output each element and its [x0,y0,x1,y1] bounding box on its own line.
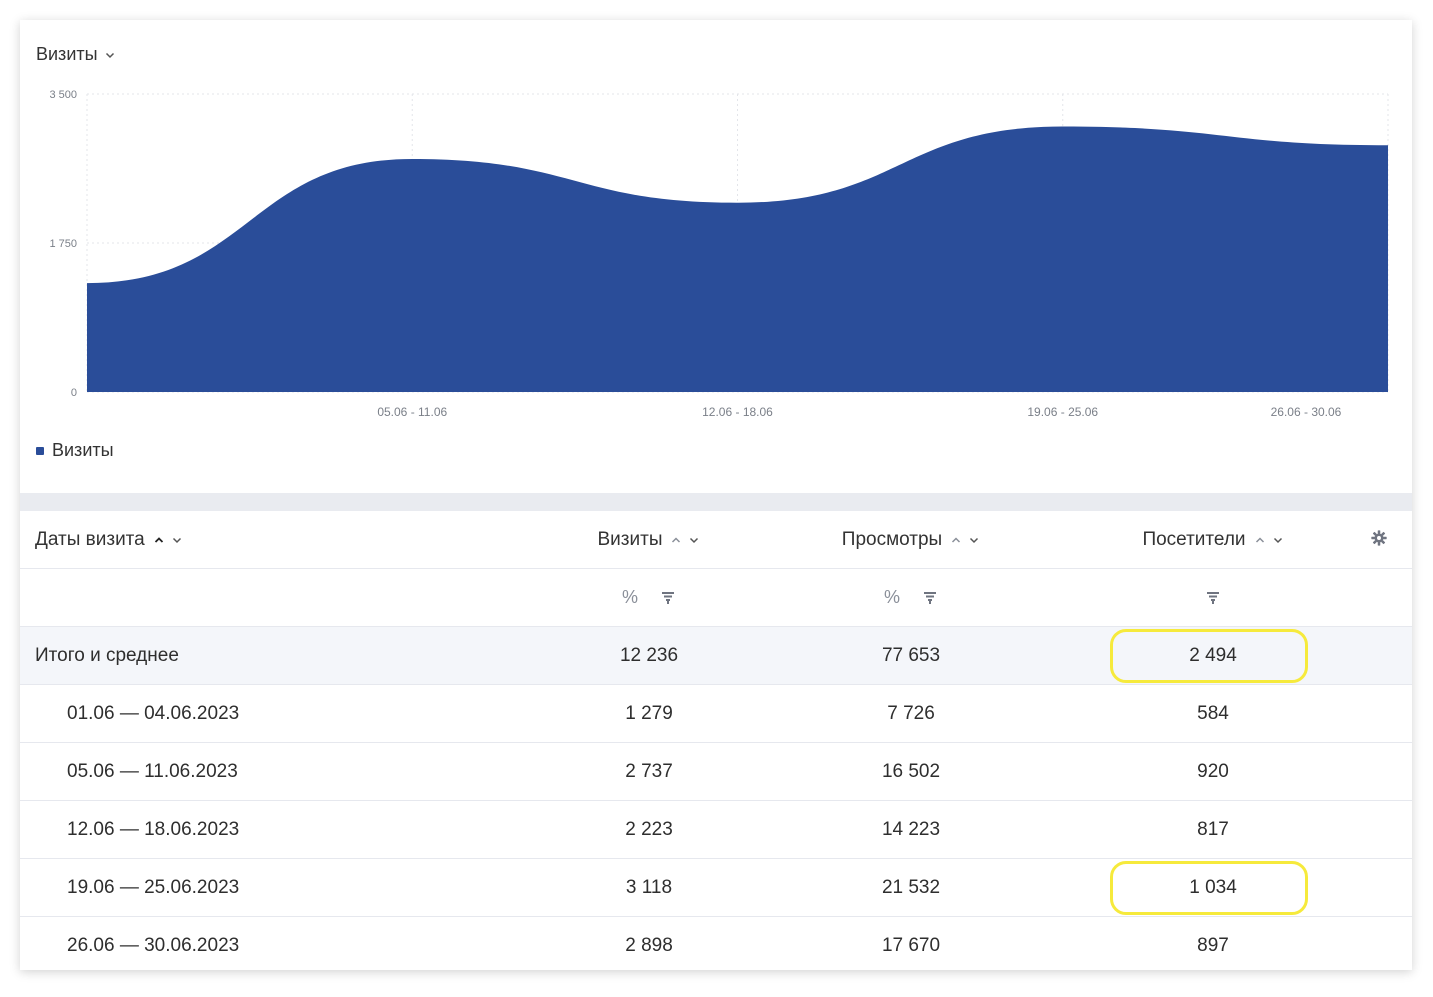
column-header-label: Просмотры [841,528,943,550]
filter-icon[interactable] [1205,590,1221,606]
row-views: 14 223 [881,818,941,840]
row-views: 21 532 [881,876,941,898]
row-visitors: 1 034 [1189,876,1237,898]
views-tools: % [811,569,1011,626]
row-date: 01.06 — 04.06.2023 [67,702,240,724]
percent-toggle[interactable]: % [884,587,900,608]
column-header-views[interactable]: Просмотры [811,511,1011,568]
x-tick-label: 19.06 - 25.06 [1027,405,1098,419]
filter-icon[interactable] [922,590,938,606]
percent-toggle[interactable]: % [622,587,638,608]
total-views: 77 653 [881,644,941,666]
chevron-down-icon [105,52,114,58]
y-tick-label: 0 [71,387,77,399]
row-visitors: 897 [1197,935,1229,956]
row-visits: 2 737 [625,760,673,782]
row-visits: 3 118 [625,876,673,898]
table-row[interactable]: 19.06 — 25.06.2023 3 118 21 532 1 034 [20,859,1412,917]
chevron-down-icon[interactable] [688,534,700,546]
x-tick-label: 05.06 - 11.06 [377,405,447,419]
sort-ascending-icon[interactable] [950,534,962,546]
legend-swatch [36,446,44,455]
x-tick-label: 26.06 - 30.06 [1271,405,1342,419]
row-date: 05.06 — 11.06.2023 [67,760,238,782]
metric-selector[interactable]: Визиты [36,44,116,65]
row-visitors: 920 [1197,760,1229,782]
chevron-down-icon[interactable] [968,534,980,546]
filter-icon[interactable] [660,590,676,606]
column-header-label: Даты визита [35,528,145,550]
table-row[interactable]: 01.06 — 04.06.2023 1 279 7 726 584 [20,685,1412,743]
row-date: 19.06 — 25.06.2023 [67,876,240,898]
legend-label: Визиты [52,440,114,460]
y-tick-label: 1 750 [49,238,77,250]
data-table: Даты визита Визиты Просмотры Посетители … [20,511,1412,970]
row-views: 16 502 [881,760,941,782]
row-date: 26.06 — 30.06.2023 [67,935,240,956]
row-visits: 2 223 [625,818,673,840]
row-visitors: 817 [1197,818,1229,840]
row-visits: 1 279 [625,702,673,724]
column-header-visitors[interactable]: Посетители [1113,511,1313,568]
area-chart: 3 500 1 750 0 05.06 - 11.06 12.06 - 18.06 19… [49,89,1389,419]
chart-legend[interactable]: Визиты [36,440,114,461]
gear-icon[interactable] [1370,529,1388,547]
metric-selector-label: Визиты [36,44,98,64]
sort-ascending-icon[interactable] [670,534,682,546]
column-header-date[interactable]: Даты визита [35,511,183,568]
row-visitors: 584 [1197,702,1229,724]
report-frame: Визиты 3 500 1 750 0 05.06 - 11.06 12.06 - … [20,20,1412,970]
row-date: 12.06 — 18.06.2023 [67,818,240,840]
series-area-visits[interactable] [87,126,1388,392]
total-label: Итого и среднее [35,644,179,666]
column-header-label: Посетители [1142,528,1246,550]
total-visits: 12 236 [619,644,679,666]
visits-tools: % [549,569,749,626]
y-tick-label: 3 500 [49,89,77,101]
visitors-tools [1113,569,1313,626]
table-row[interactable]: 05.06 — 11.06.2023 2 737 16 502 920 [20,743,1412,801]
row-views: 7 726 [887,702,935,724]
chevron-down-icon[interactable] [171,534,183,546]
table-subheader-row: % % [20,569,1412,627]
total-visitors: 2 494 [1189,644,1237,666]
x-tick-label: 12.06 - 18.06 [702,405,773,419]
table-total-row[interactable]: Итого и среднее 12 236 77 653 2 494 [20,627,1412,685]
row-visits: 2 898 [625,935,673,956]
sort-ascending-icon[interactable] [1254,534,1266,546]
table-header-row: Даты визита Визиты Просмотры Посетители [20,511,1412,569]
sort-ascending-icon[interactable] [153,534,165,546]
column-header-label: Визиты [597,528,663,550]
column-header-visits[interactable]: Визиты [549,511,749,568]
chart-card: Визиты 3 500 1 750 0 05.06 - 11.06 12.06 - … [20,20,1412,493]
row-views: 17 670 [881,935,941,956]
table-row[interactable]: 12.06 — 18.06.2023 2 223 14 223 817 [20,801,1412,859]
chevron-down-icon[interactable] [1272,534,1284,546]
table-row[interactable]: 26.06 — 30.06.2023 2 898 17 670 897 [20,917,1412,975]
